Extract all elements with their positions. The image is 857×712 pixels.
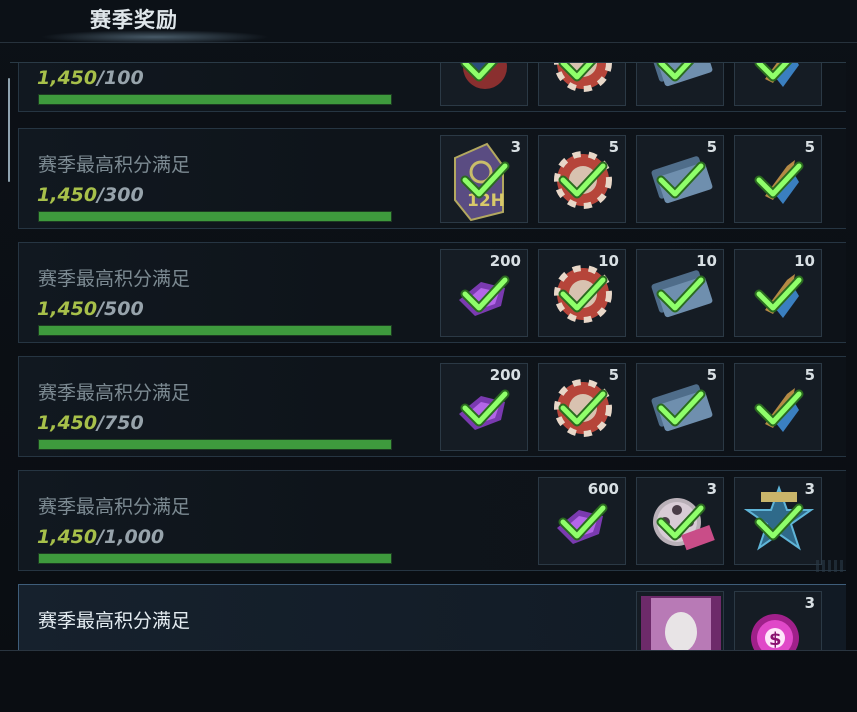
reward-count: 5 <box>706 366 717 384</box>
reward-row: 赛季最高积分满足 1,450/750 200 5 5 5 <box>18 356 846 457</box>
check-icon <box>754 63 793 82</box>
progress-current: 1,450 <box>37 67 98 89</box>
progress-target: /1,000 <box>97 526 165 548</box>
reward-count: 10 <box>696 252 717 270</box>
progress-target: /100 <box>97 67 144 89</box>
reward-count: 600 <box>587 480 619 498</box>
reward-slot[interactable]: 5 <box>734 363 822 451</box>
reward-count: 200 <box>489 252 521 270</box>
decorative-dots <box>816 560 846 572</box>
reward-slot[interactable] <box>538 63 626 106</box>
page-title: 赛季奖励 <box>90 8 178 32</box>
check-icon <box>460 63 499 82</box>
row-condition-label: 赛季最高积分满足 <box>38 610 191 632</box>
reward-count: 3 <box>804 480 815 498</box>
row-condition-label: 赛季最高积分满足 <box>38 496 191 518</box>
reward-count: 5 <box>804 366 815 384</box>
reward-count: 10 <box>794 252 815 270</box>
reward-count: 200 <box>489 366 521 384</box>
progress-current: 1,450 <box>37 298 98 320</box>
reward-slot[interactable]: 200 <box>440 249 528 337</box>
progress-bar-fill <box>39 212 391 221</box>
reward-slot[interactable]: 5 <box>636 135 724 223</box>
progress-bar-fill <box>39 554 391 563</box>
reward-slot[interactable] <box>636 63 724 106</box>
progress-current: 1,450 <box>37 184 98 206</box>
reward-slot[interactable] <box>734 63 822 106</box>
reward-slot[interactable]: 3 <box>734 477 822 565</box>
bottom-divider <box>0 650 857 651</box>
progress-bar-fill <box>39 95 391 104</box>
reward-count: 3 <box>510 138 521 156</box>
progress-bar <box>38 439 392 450</box>
progress-bar <box>38 553 392 564</box>
reward-count: 3 <box>804 594 815 612</box>
progress-target: /300 <box>97 184 144 206</box>
reward-count: 5 <box>608 138 619 156</box>
reward-slot[interactable]: 200 <box>440 363 528 451</box>
progress-current: 1,450 <box>37 526 98 548</box>
reward-slot[interactable]: 10 <box>734 249 822 337</box>
title-bar: 赛季奖励 <box>0 0 857 46</box>
progress-text: 1,450/500 <box>37 298 144 320</box>
reward-slot[interactable]: 3 <box>636 477 724 565</box>
reward-slot[interactable] <box>636 591 724 650</box>
title-divider <box>0 42 857 43</box>
reward-slot[interactable]: 10 <box>538 249 626 337</box>
reward-row: 赛季最高积分满足 1,450/500 200 10 10 10 <box>18 242 846 343</box>
row-condition-label: 赛季最高积分满足 <box>38 268 191 290</box>
reward-slot[interactable]: 5 <box>538 135 626 223</box>
reward-count: 5 <box>804 138 815 156</box>
progress-text: 1,450/100 <box>37 67 144 89</box>
reward-slot[interactable]: 5 <box>538 363 626 451</box>
row-condition-label: 赛季最高积分满足 <box>38 382 191 404</box>
progress-bar <box>38 325 392 336</box>
reward-slot[interactable]: 5 <box>636 363 724 451</box>
svg-text:$: $ <box>769 629 782 650</box>
progress-target: /750 <box>97 412 144 434</box>
progress-text: 1,450/750 <box>37 412 144 434</box>
reward-slot[interactable]: 5 <box>734 135 822 223</box>
reward-count: 10 <box>598 252 619 270</box>
reward-row: 赛季最高积分满足 1,450/300 12H 3 5 5 5 <box>18 128 846 229</box>
progress-target: /500 <box>97 298 144 320</box>
progress-bar <box>38 94 392 105</box>
progress-bar-fill <box>39 326 391 335</box>
reward-slot[interactable]: $3 <box>734 591 822 650</box>
reward-row: 1,450/100 <box>18 63 846 112</box>
reward-count: 5 <box>706 138 717 156</box>
reward-row: 赛季最高积分满足 $3 <box>18 584 846 650</box>
reward-count: 5 <box>608 366 619 384</box>
check-icon <box>558 63 597 82</box>
progress-text: 1,450/1,000 <box>37 526 164 548</box>
season-rewards-panel: 赛季奖励 1,450/100 赛季最高积分满足 1,450/300 12H 3 5 5 5 赛季… <box>0 0 857 712</box>
progress-bar <box>38 211 392 222</box>
reward-slot[interactable]: 12H 3 <box>440 135 528 223</box>
check-icon <box>656 63 695 82</box>
progress-current: 1,450 <box>37 412 98 434</box>
reward-row: 赛季最高积分满足 1,450/1,000 600 3 3 <box>18 470 846 571</box>
row-condition-label: 赛季最高积分满足 <box>38 154 191 176</box>
reward-slot[interactable]: 600 <box>538 477 626 565</box>
progress-bar-fill <box>39 440 391 449</box>
reward-list[interactable]: 1,450/100 赛季最高积分满足 1,450/300 12H 3 5 5 5 赛季最高积分满… <box>10 62 846 650</box>
reward-count: 3 <box>706 480 717 498</box>
poster-frame-icon <box>641 596 721 650</box>
progress-text: 1,450/300 <box>37 184 144 206</box>
reward-slot[interactable] <box>440 63 528 106</box>
reward-slot[interactable]: 10 <box>636 249 724 337</box>
